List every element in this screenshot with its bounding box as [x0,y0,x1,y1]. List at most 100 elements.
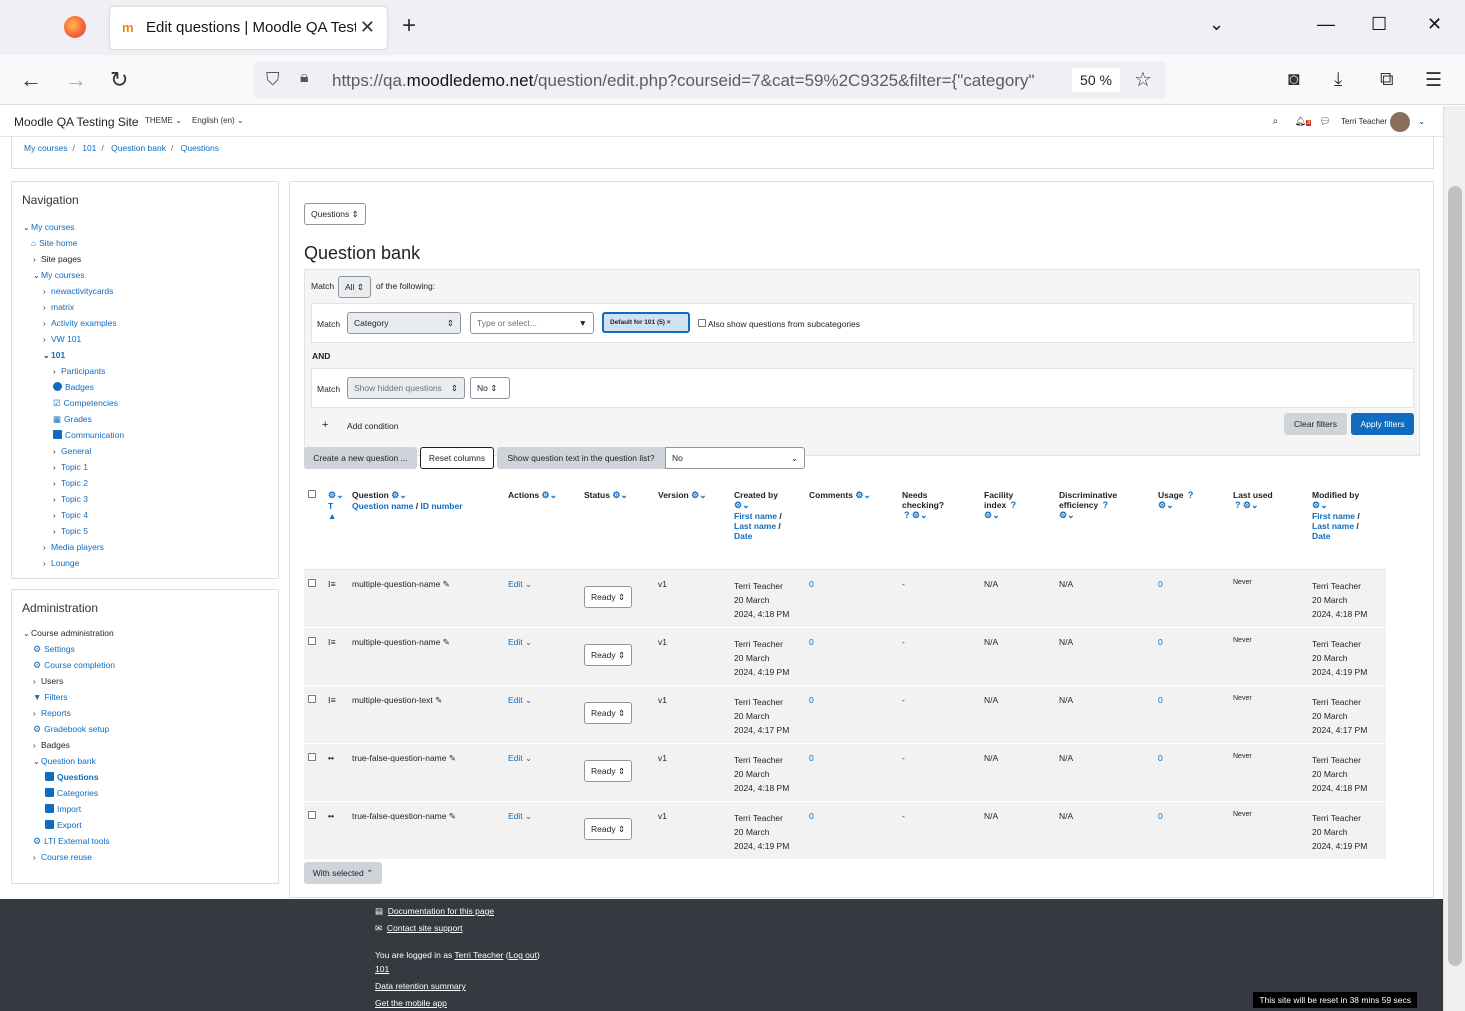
add-condition-icon[interactable]: + [322,419,328,431]
hidden-value-select[interactable]: No ⇕ [470,377,510,399]
course-link[interactable]: 101 [375,964,389,974]
admin-item[interactable]: Export [57,820,82,830]
minimize-icon[interactable]: — [1317,14,1335,35]
comments-link[interactable]: 0 [809,579,814,589]
lock-icon[interactable]: 🔒︎ [300,69,309,87]
reload-icon[interactable]: ↻ [110,67,128,93]
usage-link[interactable]: 0 [1158,637,1163,647]
row-checkbox[interactable] [308,578,316,587]
zoom-level[interactable]: 50 % [1072,68,1120,92]
tab-close-icon[interactable]: ✕ [360,17,375,38]
admin-item[interactable]: Settings [44,644,75,654]
sort-type-link[interactable]: T [328,501,333,511]
browser-tab-active[interactable]: m Edit questions | Moodle QA Testing Sit… [110,7,387,49]
sort-first-name-link[interactable]: First name [734,511,777,521]
avatar[interactable] [1390,112,1411,132]
nav-item[interactable]: 101 [51,350,65,360]
data-retention-link[interactable]: Data retention summary [375,981,466,991]
admin-item[interactable]: Categories [57,788,98,798]
admin-item[interactable]: Course completion [44,660,115,670]
nav-item[interactable]: Communication [65,430,124,440]
footer-user-link[interactable]: Terri Teacher [454,950,503,960]
nav-item[interactable]: Site home [39,238,77,248]
admin-item[interactable]: Reports [41,708,71,718]
admin-item[interactable]: Filters [44,692,67,702]
nav-item[interactable]: matrix [51,302,74,312]
gear-icon[interactable]: ⚙⌄ [328,490,344,500]
comments-link[interactable]: 0 [809,637,814,647]
admin-item[interactable]: Gradebook setup [44,724,109,734]
nav-item[interactable]: Grades [64,414,92,424]
gear-icon[interactable]: ⚙⌄ [1243,500,1259,510]
breadcrumb-item[interactable]: My courses [24,143,67,153]
new-tab-icon[interactable]: + [402,12,416,40]
theme-menu[interactable]: THEME ⌄ [145,116,182,125]
url-text[interactable]: https://qa.moodledemo.net/question/edit.… [332,71,1062,91]
reset-columns-button[interactable]: Reset columns [420,447,494,469]
add-condition-button[interactable]: Add condition [347,421,399,431]
edit-menu[interactable]: Edit ⌄ [508,579,532,589]
scrollbar-thumb[interactable] [1448,186,1462,966]
show-text-select[interactable]: No ⌄ [665,447,805,469]
tab-list-chevron-icon[interactable]: ⌄ [1209,14,1224,35]
nav-item[interactable]: Site pages [41,254,81,264]
sort-mod-last-name-link[interactable]: Last name [1312,521,1354,531]
messages-icon[interactable]: 💬︎ [1319,116,1330,126]
row-checkbox[interactable] [308,694,316,703]
sort-mod-first-name-link[interactable]: First name [1312,511,1355,521]
usage-link[interactable]: 0 [1158,811,1163,821]
apply-filters-button[interactable]: Apply filters [1351,413,1414,435]
row-checkbox[interactable] [308,810,316,819]
search-icon[interactable]: ⌕ [1273,116,1279,127]
nav-item[interactable]: Topic 5 [61,526,88,536]
firefox-icon[interactable] [64,16,86,38]
address-bar[interactable]: ⛉ 🔒︎ https://qa.moodledemo.net/question/… [254,61,1166,99]
menu-icon[interactable]: ☰ [1425,69,1442,92]
pencil-icon[interactable]: ✎ [435,695,442,705]
user-menu-chevron-icon[interactable]: ⌄ [1418,117,1425,126]
breadcrumb-item[interactable]: Question bank [111,143,166,153]
nav-item[interactable]: Topic 3 [61,494,88,504]
status-select[interactable]: Ready ⇕ [584,585,633,608]
help-icon[interactable]: ? [1103,500,1109,510]
nav-item[interactable]: Topic 1 [61,462,88,472]
edit-menu[interactable]: Edit ⌄ [508,637,532,647]
nav-item[interactable]: Topic 4 [61,510,88,520]
usage-link[interactable]: 0 [1158,753,1163,763]
pencil-icon[interactable]: ✎ [449,753,456,763]
category-chip[interactable]: Default for 101 (5) × [602,312,690,333]
select-all-checkbox[interactable] [308,490,316,498]
page-scrollbar[interactable] [1443,106,1465,1011]
edit-menu[interactable]: Edit ⌄ [508,695,532,705]
bookmark-star-icon[interactable]: ☆ [1134,67,1152,92]
row-checkbox[interactable] [308,752,316,761]
pocket-icon[interactable]: ◙ [1288,69,1299,91]
row-checkbox[interactable] [308,636,316,645]
maximize-icon[interactable]: ☐ [1371,14,1387,35]
forward-icon[interactable]: → [65,67,87,93]
logout-link[interactable]: Log out [509,950,537,960]
usage-link[interactable]: 0 [1158,579,1163,589]
sort-mod-date-link[interactable]: Date [1312,531,1330,541]
nav-item[interactable]: Badges [65,382,94,392]
download-icon[interactable]: ⤓ [1334,69,1342,91]
gear-icon[interactable]: ⚙⌄ [1158,500,1174,510]
create-question-button[interactable]: Create a new question ... [304,447,417,469]
user-name[interactable]: Terri Teacher [1341,117,1387,126]
nav-item[interactable]: Media players [51,542,104,552]
language-menu[interactable]: English (en) ⌄ [192,116,244,125]
comments-link[interactable]: 0 [809,695,814,705]
admin-item[interactable]: Question bank [41,756,96,766]
nav-item[interactable]: Topic 2 [61,478,88,488]
site-name[interactable]: Moodle QA Testing Site [14,115,139,129]
nav-item[interactable]: newactivitycards [51,286,113,296]
gear-icon[interactable]: ⚙⌄ [691,490,707,500]
gear-icon[interactable]: ⚙⌄ [855,490,871,500]
nav-item[interactable]: Competencies [64,398,118,408]
admin-item[interactable]: Questions [57,772,99,782]
gear-icon[interactable]: ⚙⌄ [391,490,407,500]
status-select[interactable]: Ready ⇕ [584,759,633,782]
documentation-link[interactable]: ▤ Documentation for this page [375,906,494,917]
status-select[interactable]: Ready ⇕ [584,817,633,840]
admin-item[interactable]: Import [57,804,81,814]
